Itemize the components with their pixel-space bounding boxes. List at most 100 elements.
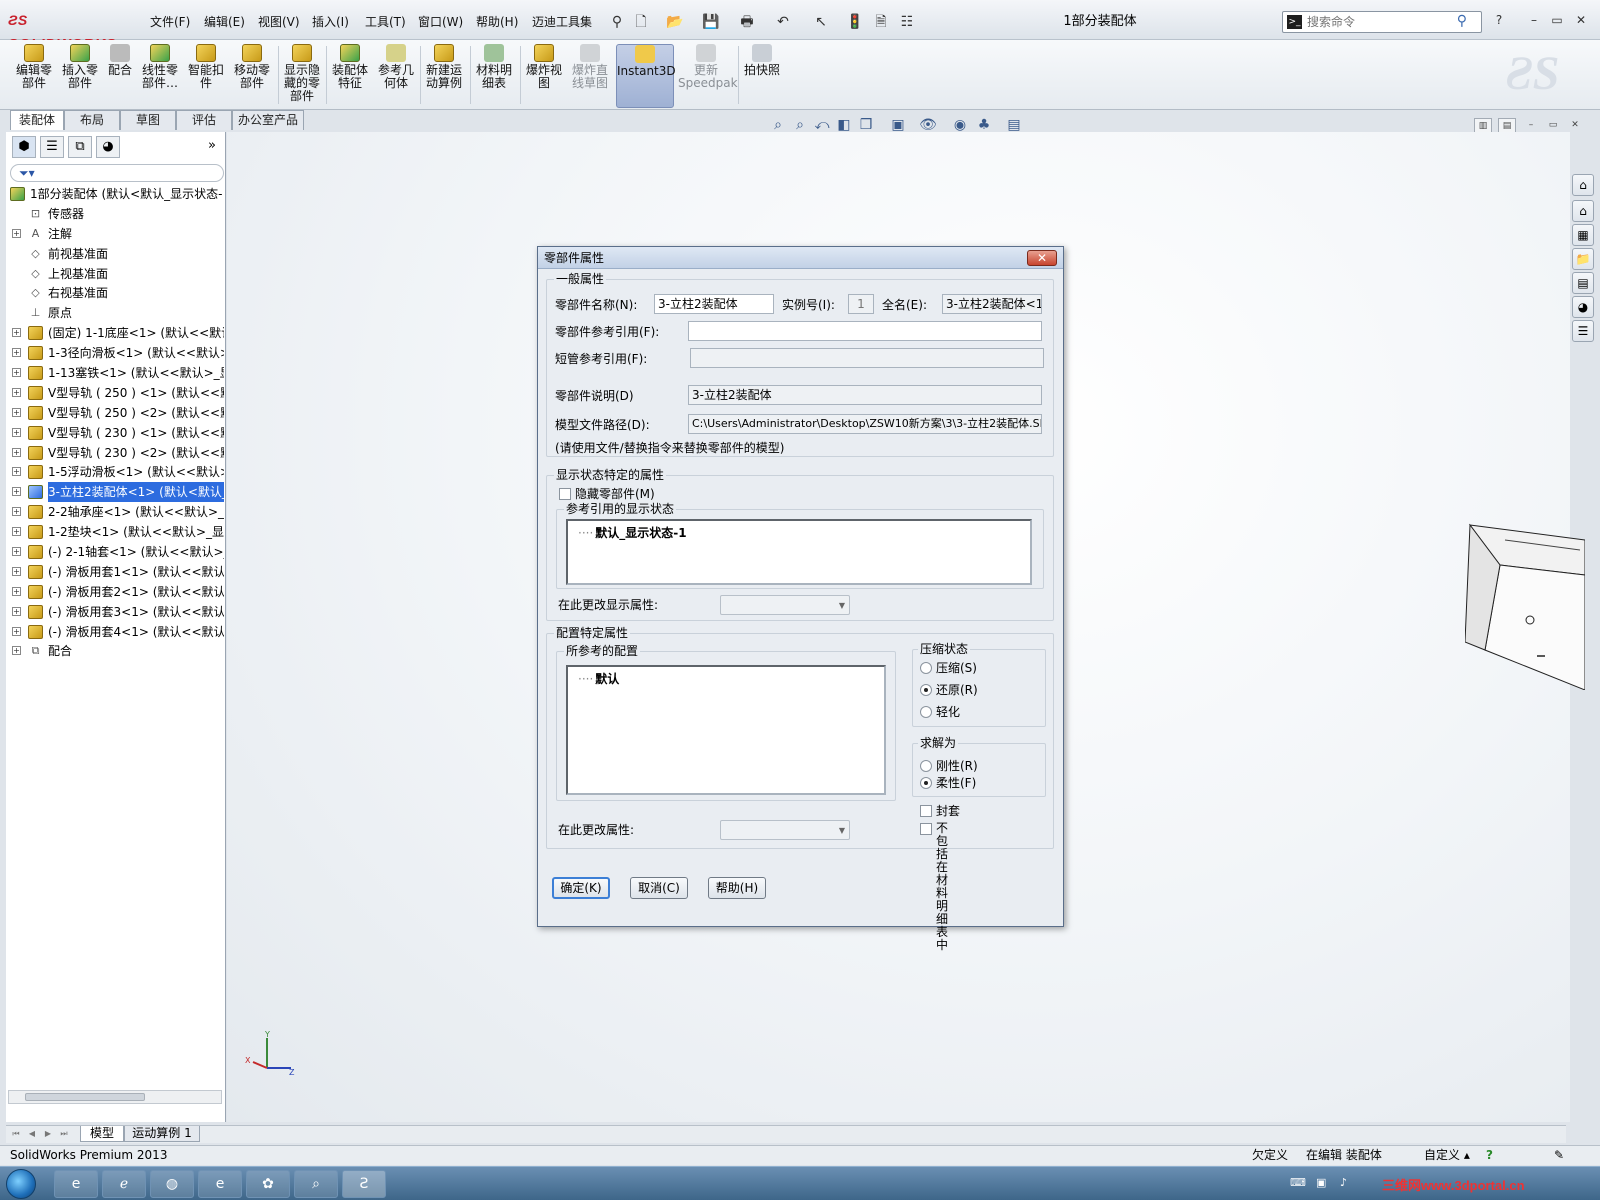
instance-id-field[interactable]: 1 — [848, 294, 874, 314]
configuration-item[interactable]: ···· 默认 — [578, 670, 619, 687]
expand-icon[interactable]: + — [12, 626, 21, 636]
search-commands-box[interactable]: >_ ⚲ — [1282, 11, 1482, 33]
tree-item[interactable]: ⊡ 传感器 — [8, 204, 224, 224]
menu-insert[interactable]: 插入(I) — [312, 13, 349, 31]
tree-item[interactable]: + ⧉ 配合 — [8, 641, 224, 661]
menu-file[interactable]: 文件(F) — [150, 13, 190, 31]
expand-icon[interactable]: + — [12, 348, 21, 358]
minimize-icon[interactable]: – — [1525, 12, 1543, 28]
tree-item[interactable]: + (-) 滑板用套2<1> (默认<<默认: — [8, 582, 224, 602]
configuration-manager-tab-icon[interactable]: ⧉ — [68, 136, 92, 158]
expand-icon[interactable]: + — [12, 547, 21, 557]
start-button[interactable] — [6, 1169, 36, 1199]
tree-item[interactable]: +1-2垫块<1> (默认<<默认>_显示 — [8, 522, 224, 542]
tree-item[interactable]: +1-13塞铁<1> (默认<<默认>_显 — [8, 363, 224, 383]
file-properties-icon[interactable]: 🗎 — [870, 11, 892, 33]
first-tab-icon[interactable]: ⏮ — [10, 1128, 22, 1140]
tab-assembly[interactable]: 装配体 — [10, 110, 64, 130]
tree-filter[interactable]: ⏷▾ — [10, 164, 224, 182]
tree-item[interactable]: ◇ 右视基准面 — [8, 283, 224, 303]
home-icon[interactable]: ⌂ — [1572, 200, 1594, 222]
expand-icon[interactable]: + — [12, 427, 21, 437]
rebuild-status-icon[interactable]: ✎ — [1554, 1146, 1564, 1165]
show-hidden-components-button[interactable]: 显示隐 藏的零 部件 — [280, 44, 324, 108]
tab-evaluate[interactable]: 评估 — [176, 110, 232, 130]
tab-motion-study[interactable]: 运动算例 1 — [124, 1126, 200, 1142]
expand-icon[interactable]: + — [12, 368, 21, 378]
cancel-button[interactable]: 取消(C) — [630, 877, 688, 899]
expand-panel-icon[interactable]: » — [200, 136, 224, 158]
linear-pattern-button[interactable]: 线性零 部件… — [138, 44, 182, 108]
taskbar-app-viewer-icon[interactable]: ⌕ — [294, 1170, 338, 1198]
tab-model[interactable]: 模型 — [80, 1126, 124, 1142]
file-explorer-icon[interactable]: 📁 — [1572, 248, 1594, 270]
tree-horizontal-scrollbar[interactable] — [8, 1090, 222, 1104]
reference-geometry-button[interactable]: 参考几 何体 — [374, 44, 418, 108]
hide-component-box[interactable] — [559, 488, 571, 500]
tree-item[interactable]: +1-3径向滑板<1> (默认<<默认> — [8, 343, 224, 363]
explode-line-sketch-button[interactable]: 爆炸直 线草图 — [568, 44, 612, 108]
save-icon[interactable]: 💾 — [700, 11, 722, 33]
expand-icon[interactable]: + — [12, 646, 21, 656]
search-input[interactable] — [1307, 14, 1447, 30]
tree-item[interactable]: + (-) 滑板用套4<1> (默认<<默认: — [8, 622, 224, 642]
taskbar-app-solidworks-icon[interactable]: Ƨ — [342, 1170, 386, 1198]
menu-view[interactable]: 视图(V) — [258, 13, 300, 31]
tree-item[interactable]: + V型导轨 ( 250 ) <1> (默认<<默 — [8, 383, 224, 403]
envelope-box[interactable] — [920, 805, 932, 817]
help-icon[interactable]: ? — [1490, 12, 1508, 28]
new-motion-study-button[interactable]: 新建运 动算例 — [422, 44, 466, 108]
menu-help[interactable]: 帮助(H) — [476, 13, 518, 31]
snapshot-button[interactable]: 拍快照 — [740, 44, 784, 108]
select-arrow-icon[interactable]: ↖ — [810, 11, 832, 33]
expand-icon[interactable]: + — [12, 606, 21, 616]
expand-icon[interactable]: + — [12, 328, 21, 338]
expand-icon[interactable]: + — [12, 507, 21, 517]
exploded-view-button[interactable]: 爆炸视 图 — [522, 44, 566, 108]
display-properties-combo[interactable]: ▼ — [720, 595, 850, 615]
tab-sketch[interactable]: 草图 — [120, 110, 176, 130]
component-reference-field[interactable] — [688, 321, 1042, 341]
expand-icon[interactable]: + — [12, 566, 21, 576]
tab-layout[interactable]: 布局 — [64, 110, 120, 130]
tree-item[interactable]: + A 注解 — [8, 224, 224, 244]
property-manager-tab-icon[interactable]: ☰ — [40, 136, 64, 158]
tree-item[interactable]: ◇ 前视基准面 — [8, 244, 224, 264]
close-icon[interactable]: ✕ — [1572, 12, 1590, 28]
mate-button[interactable]: 配合 — [104, 44, 136, 108]
radio-resolved-button[interactable] — [920, 684, 932, 696]
tree-item[interactable]: + (-) 2-1轴套<1> (默认<<默认>_ — [8, 542, 224, 562]
expand-icon[interactable]: + — [12, 586, 21, 596]
smart-fastener-button[interactable]: 智能扣 件 — [184, 44, 228, 108]
display-state-list[interactable]: ···· 默认_显示状态-1 — [566, 519, 1032, 585]
quick-tips-icon[interactable]: ? — [1486, 1146, 1493, 1165]
model-path-field[interactable]: C:\Users\Administrator\Desktop\ZSW10新方案\… — [688, 414, 1042, 434]
volume-tray-icon[interactable]: ♪ — [1340, 1176, 1347, 1189]
open-folder-icon[interactable]: 📂 — [664, 11, 686, 33]
custom-properties-icon[interactable]: ☰ — [1572, 320, 1594, 342]
appearances-icon[interactable]: ◕ — [1572, 296, 1594, 318]
search-icon[interactable]: ⚲ — [1457, 13, 1467, 29]
tree-item[interactable]: +2-2轴承座<1> (默认<<默认>_显 — [8, 502, 224, 522]
assembly-features-button[interactable]: 装配体 特征 — [328, 44, 372, 108]
taskbar-app-ie-icon[interactable]: e — [54, 1170, 98, 1198]
edit-component-button[interactable]: 编辑零 部件 — [12, 44, 56, 108]
display-state-item[interactable]: ···· 默认_显示状态-1 — [578, 524, 687, 541]
keyboard-tray-icon[interactable]: ⌨ — [1290, 1176, 1306, 1189]
options-icon[interactable]: ☷ — [896, 11, 918, 33]
units-selector[interactable]: 自定义 ▴ — [1424, 1146, 1470, 1165]
tree-item[interactable]: + V型导轨 ( 250 ) <2> (默认<<默 — [8, 403, 224, 423]
print-icon[interactable]: 🖶 — [736, 11, 758, 33]
component-description-field[interactable]: 3-立柱2装配体 — [688, 385, 1042, 405]
expand-icon[interactable]: + — [12, 407, 21, 417]
move-component-button[interactable]: 移动零 部件 — [230, 44, 274, 108]
rebuild-icon[interactable]: 🚦 — [844, 11, 866, 33]
tree-item[interactable]: +1-5浮动滑板<1> (默认<<默认> — [8, 462, 224, 482]
menu-tools[interactable]: 工具(T) — [365, 13, 406, 31]
pin-icon[interactable]: ⚲ — [606, 11, 628, 33]
expand-icon[interactable]: + — [12, 527, 21, 537]
design-library-icon[interactable]: ▦ — [1572, 224, 1594, 246]
tree-item[interactable]: + (固定) 1-1底座<1> (默认<<默认 — [8, 323, 224, 343]
menu-window[interactable]: 窗口(W) — [418, 13, 463, 31]
instant3d-button[interactable]: Instant3D — [616, 44, 676, 108]
